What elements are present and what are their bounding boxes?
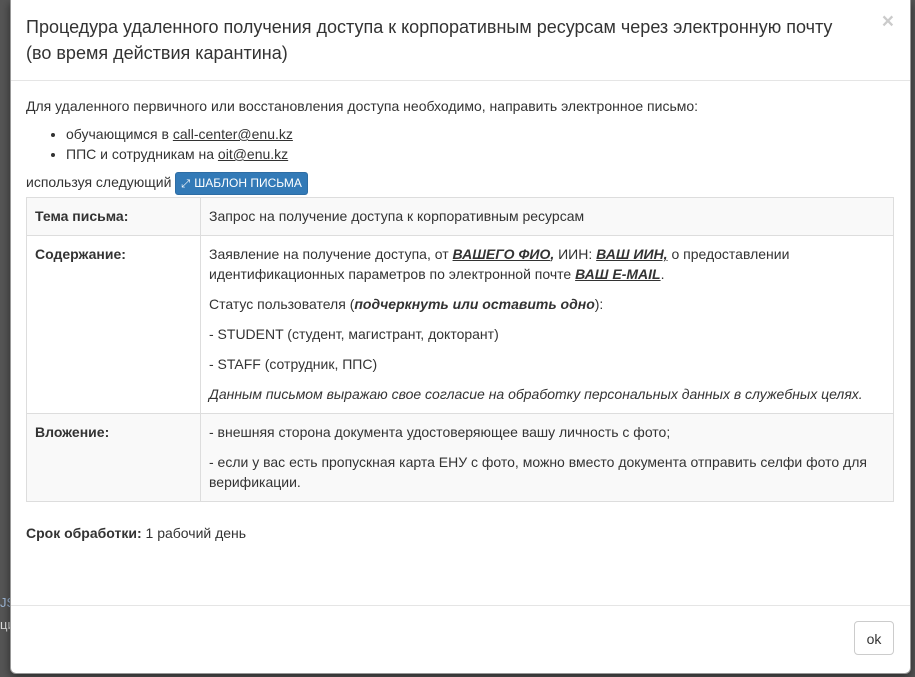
modal-dialog: Процедура удаленного получения доступа к…	[10, 0, 911, 674]
modal-footer: ok	[11, 605, 910, 673]
list-item: обучающимся в call-center@enu.kz	[66, 124, 894, 144]
attachment-value: - внешняя сторона документа удостоверяющ…	[200, 413, 894, 502]
email-placeholder: ВАШ E-MAIL	[575, 266, 661, 282]
contact-prefix: обучающимся в	[66, 126, 173, 142]
status-staff: - STAFF (сотрудник, ППС)	[209, 356, 378, 372]
intro-text: Для удаленного первичного или восстановл…	[26, 98, 699, 114]
attachment-item: - внешняя сторона документа удостоверяющ…	[209, 424, 671, 440]
fio-placeholder: ВАШЕГО ФИО	[452, 246, 551, 262]
modal-header: Процедура удаленного получения доступа к…	[11, 0, 910, 81]
status-paragraph: Статус пользователя (подчеркнуть или ост…	[209, 296, 604, 312]
expand-icon: ⤢	[181, 177, 191, 190]
contacts-list: обучающимся в call-center@enu.kz ППС и с…	[26, 124, 894, 164]
modal-body: Для удаленного первичного или восстановл…	[11, 81, 910, 543]
email-info-table: Тема письма: Запрос на получение доступа…	[26, 197, 894, 502]
attachment-label: Вложение:	[26, 413, 201, 502]
content-label: Содержание:	[26, 235, 201, 414]
term-label: Срок обработки:	[26, 525, 142, 541]
content-value: Заявление на получение доступа, от ВАШЕГ…	[200, 235, 894, 414]
contact-prefix: ППС и сотрудникам на	[66, 146, 218, 162]
status-student: - STUDENT (студент, магистрант, докторан…	[209, 326, 499, 342]
subject-value: Запрос на получение доступа к корпоратив…	[200, 197, 894, 236]
content-paragraph: Заявление на получение доступа, от ВАШЕГ…	[209, 246, 790, 282]
ok-button[interactable]: ok	[854, 621, 894, 655]
table-row: Вложение: - внешняя сторона документа уд…	[26, 413, 894, 502]
attachment-item: - если у вас есть пропускная карта ЕНУ с…	[209, 454, 867, 490]
subject-label: Тема письма:	[26, 197, 201, 236]
consent-text: Данным письмом выражаю свое согласие на …	[209, 386, 863, 402]
email-link-call-center[interactable]: call-center@enu.kz	[173, 126, 293, 142]
template-button-label: ШАБЛОН ПИСЬМА	[194, 175, 302, 190]
modal-title: Процедура удаленного получения доступа к…	[26, 17, 833, 63]
letter-template-button[interactable]: ⤢ ШАБЛОН ПИСЬМА	[175, 171, 308, 195]
close-icon[interactable]: ×	[882, 11, 894, 32]
table-row: Содержание: Заявление на получение досту…	[26, 235, 894, 414]
list-item: ППС и сотрудникам на oit@enu.kz	[66, 144, 894, 164]
email-link-oit[interactable]: oit@enu.kz	[218, 146, 288, 162]
using-text: используя следующий	[26, 174, 172, 190]
processing-term: Срок обработки: 1 рабочий день	[26, 523, 894, 543]
iin-placeholder: ВАШ ИИН,	[596, 246, 668, 262]
term-value: 1 рабочий день	[141, 525, 247, 541]
template-line: используя следующий ⤢ ШАБЛОН ПИСЬМА	[26, 170, 894, 195]
table-row: Тема письма: Запрос на получение доступа…	[26, 197, 894, 236]
